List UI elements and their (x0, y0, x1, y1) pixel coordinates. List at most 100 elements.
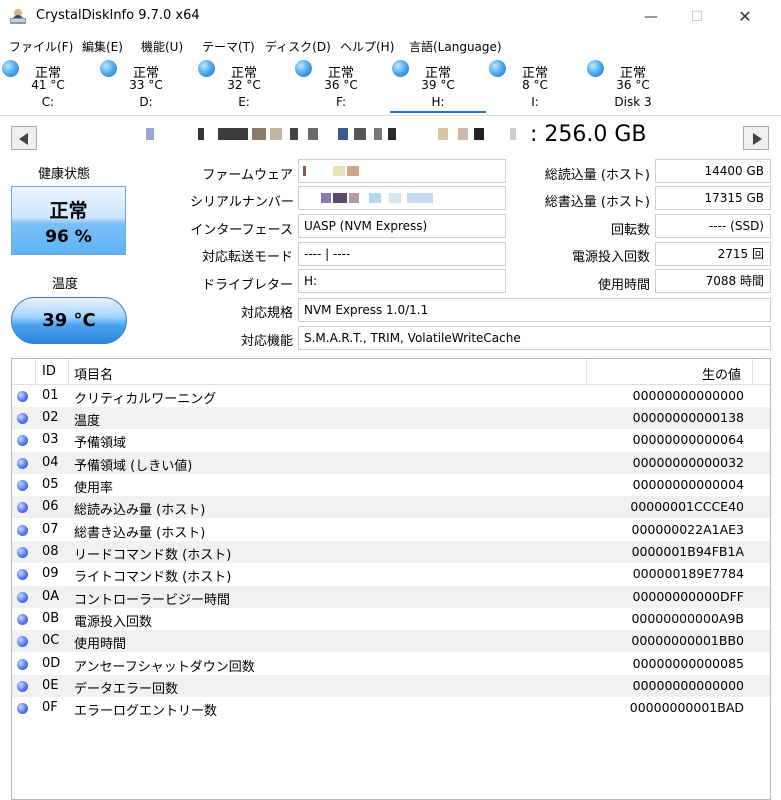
table-row[interactable]: 02 温度 00000000000138 (12, 407, 770, 429)
table-row[interactable]: 0F エラーログエントリー数 00000000001BAD (12, 697, 770, 719)
table-row[interactable]: 06 総読み込み量 (ホスト) 00000001CCCE40 (12, 496, 770, 518)
serial-redacted (333, 193, 347, 203)
smart-table-header: ID 項目名 生の値 (12, 359, 770, 385)
previous-drive-button[interactable] (11, 126, 37, 150)
attribute-raw-value: 00000001CCCE40 (630, 499, 744, 514)
table-row[interactable]: 01 クリティカルワーニング 00000000000000 (12, 385, 770, 407)
health-status-button[interactable]: 正常 96 % (11, 186, 126, 255)
rotation-field: ---- (SSD) (655, 214, 771, 238)
drive-tab-disk3[interactable]: 正常 36 °C Disk 3 (585, 58, 681, 113)
status-dot-icon (17, 413, 28, 424)
drive-tabs: 正常 41 °C C: 正常 33 °C D: 正常 32 °C E: 正常 3… (0, 58, 781, 115)
interface-field: UASP (NVM Express) (298, 214, 506, 238)
host-writes-field: 17315 GB (655, 186, 771, 210)
drive-letter: Disk 3 (614, 95, 652, 109)
smart-attributes-table[interactable]: ID 項目名 生の値 01 クリティカルワーニング 00000000000000… (11, 358, 771, 800)
table-row[interactable]: 0C 使用時間 00000000001BB0 (12, 630, 770, 652)
close-button[interactable]: ✕ (722, 0, 768, 34)
attribute-raw-value: 00000000000000 (632, 388, 744, 403)
model-name-redacted (140, 128, 520, 144)
status-dot-icon (17, 614, 28, 625)
table-row[interactable]: 07 総書き込み量 (ホスト) 000000022A1AE3 (12, 519, 770, 541)
table-row[interactable]: 0B 電源投入回数 00000000000A9B (12, 608, 770, 630)
drive-tab-e[interactable]: 正常 32 °C E: (196, 58, 292, 113)
drive-temperature: 32 °C (227, 78, 261, 92)
power-on-hours-label: 使用時間 (597, 278, 650, 293)
table-row[interactable]: 05 使用率 00000000000004 (12, 474, 770, 496)
status-dot-icon (17, 681, 28, 692)
firmware-field (298, 159, 506, 183)
column-separator (35, 359, 36, 385)
attribute-name: コントローラービジー時間 (74, 593, 231, 608)
attribute-raw-value: 00000000000032 (632, 455, 744, 470)
menu-edit[interactable]: 編集(E) (82, 38, 123, 55)
maximize-button[interactable]: ☐ (674, 0, 720, 34)
drive-tab-c[interactable]: 正常 41 °C C: (0, 58, 96, 113)
status-dot-icon (17, 547, 28, 558)
column-header-raw[interactable]: 生の値 (702, 364, 741, 383)
attribute-id: 0B (42, 611, 60, 626)
table-row[interactable]: 08 リードコマンド数 (ホスト) 0000001B94FB1A (12, 541, 770, 563)
attribute-id: 09 (42, 566, 59, 581)
table-row[interactable]: 0A コントローラービジー時間 00000000000DFF (12, 586, 770, 608)
menu-function[interactable]: 機能(U) (141, 38, 183, 55)
features-field: S.M.A.R.T., TRIM, VolatileWriteCache (298, 326, 771, 350)
attribute-name: 総読み込み量 (ホスト) (74, 503, 206, 518)
attribute-id: 08 (42, 544, 59, 559)
status-dot-icon (17, 636, 28, 647)
status-dot-icon (17, 458, 28, 469)
drive-letter: C: (41, 95, 55, 109)
temperature-value: 39 °C (42, 310, 96, 331)
attribute-raw-value: 0000001B94FB1A (631, 544, 744, 559)
drive-tab-f[interactable]: 正常 36 °C F: (293, 58, 389, 113)
attribute-id: 01 (42, 388, 59, 403)
attribute-id: 0E (42, 678, 59, 693)
host-reads-field: 14400 GB (655, 159, 771, 183)
column-header-id[interactable]: ID (42, 364, 56, 379)
attribute-name: リードコマンド数 (ホスト) (74, 548, 232, 563)
transfer-mode-field: ---- | ---- (298, 242, 506, 266)
attribute-raw-value: 00000000001BB0 (631, 633, 744, 648)
attribute-name: 電源投入回数 (74, 615, 153, 630)
firmware-redacted (347, 166, 359, 176)
attribute-id: 0D (42, 656, 61, 671)
host-writes-label: 総書込量 (ホスト) (544, 195, 650, 210)
table-row[interactable]: 0D アンセーフシャットダウン回数 00000000000085 (12, 653, 770, 675)
table-row[interactable]: 0E データエラー回数 00000000000000 (12, 675, 770, 697)
drive-tab-d[interactable]: 正常 33 °C D: (98, 58, 194, 113)
drive-tab-i[interactable]: 正常 8 °C I: (487, 58, 583, 113)
drive-temperature: 41 °C (31, 78, 65, 92)
temperature-button[interactable]: 39 °C (11, 297, 127, 344)
menu-bar: ファイル(F) 編集(E) 機能(U) テーマ(T) ディスク(D) ヘルプ(H… (0, 35, 781, 57)
health-label: 健康状態 (38, 167, 91, 182)
column-header-name[interactable]: 項目名 (74, 364, 113, 383)
status-dot-icon (17, 391, 28, 402)
tabs-divider (0, 115, 781, 116)
power-on-hours-field: 7088 時間 (655, 269, 771, 293)
menu-theme[interactable]: テーマ(T) (202, 38, 255, 55)
interface-label: インターフェース (190, 223, 293, 238)
table-row[interactable]: 04 予備領域 (しきい値) 00000000000032 (12, 452, 770, 474)
table-row[interactable]: 03 予備領域 00000000000064 (12, 429, 770, 451)
drive-tab-h[interactable]: 正常 39 °C H: (390, 58, 486, 113)
minimize-button[interactable]: — (628, 0, 674, 34)
temperature-label: 温度 (52, 277, 79, 292)
serial-redacted (389, 193, 401, 203)
menu-file[interactable]: ファイル(F) (9, 38, 73, 55)
firmware-redacted (303, 166, 306, 176)
attribute-name: 予備領域 (74, 436, 127, 451)
drive-temperature: 36 °C (616, 78, 650, 92)
menu-language[interactable]: 言語(Language) (409, 38, 502, 55)
table-row[interactable]: 09 ライトコマンド数 (ホスト) 000000189E7784 (12, 563, 770, 585)
attribute-raw-value: 000000189E7784 (632, 566, 744, 581)
menu-disk[interactable]: ディスク(D) (265, 38, 331, 55)
status-dot-icon (17, 592, 28, 603)
active-tab-indicator (390, 111, 486, 113)
attribute-raw-value: 00000000000138 (632, 410, 744, 425)
attribute-id: 0C (42, 633, 60, 648)
attribute-id: 04 (42, 455, 59, 470)
crystaldiskinfo-app-icon (10, 9, 26, 24)
menu-help[interactable]: ヘルプ(H) (340, 38, 394, 55)
next-drive-button[interactable] (743, 126, 769, 150)
transfer-mode-label: 対応転送モード (201, 250, 293, 265)
